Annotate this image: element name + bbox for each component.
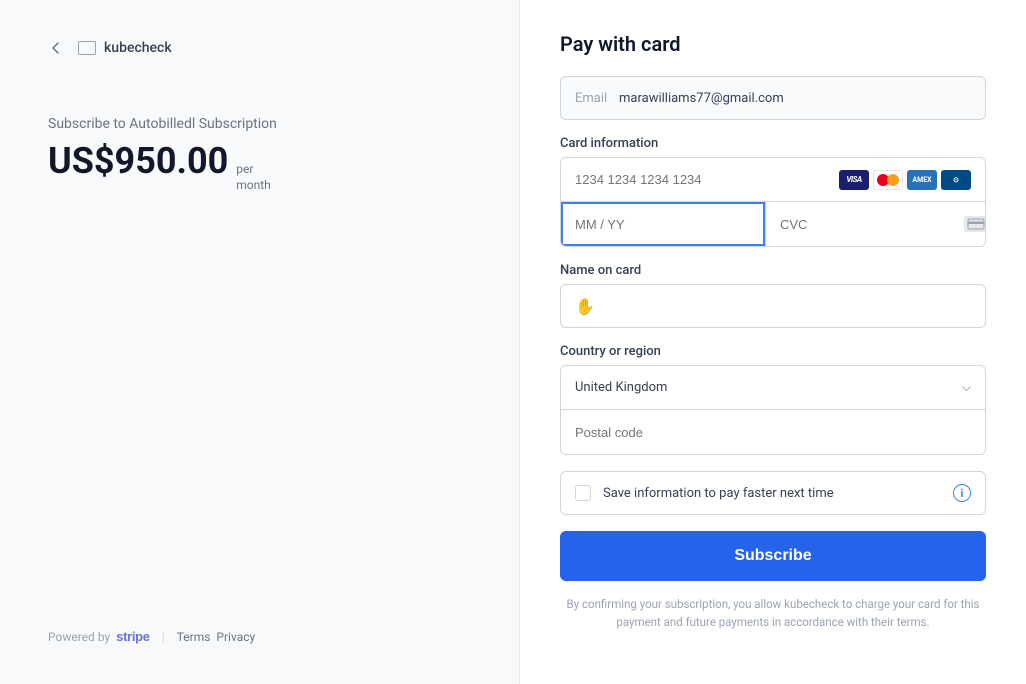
back-nav: kubecheck <box>48 40 471 56</box>
privacy-link[interactable]: Privacy <box>216 630 255 644</box>
card-icons: VISA AMEX ⊙ <box>839 170 971 190</box>
mm-yy-input[interactable] <box>561 202 766 246</box>
tab-icon <box>78 41 96 55</box>
stripe-logo: stripe <box>116 629 150 644</box>
subscribe-title: Subscribe to Autobilledl Subscription US… <box>48 116 471 193</box>
cvc-card-icon <box>964 216 986 232</box>
name-label: Name on card <box>560 263 986 278</box>
name-on-card-input[interactable]: ✋ <box>560 284 986 328</box>
mastercard-icon <box>873 170 903 190</box>
country-value: United Kingdom <box>575 380 962 395</box>
terms-link[interactable]: Terms <box>177 630 211 644</box>
save-info-row[interactable]: Save information to pay faster next time… <box>560 471 986 515</box>
save-info-checkbox[interactable] <box>575 485 591 501</box>
amex-icon: AMEX <box>907 170 937 190</box>
country-select[interactable]: United Kingdom ⌵ <box>561 366 985 410</box>
card-number-row: VISA AMEX ⊙ <box>561 158 985 202</box>
visa-icon: VISA <box>839 170 869 190</box>
brand-name: kubecheck <box>104 40 172 56</box>
card-bottom-row <box>561 202 985 246</box>
diners-icon: ⊙ <box>941 170 971 190</box>
price-row: US$950.00 permonth <box>48 140 471 193</box>
price-period: permonth <box>236 162 271 193</box>
left-panel: kubecheck Subscribe to Autobilledl Subsc… <box>0 0 520 684</box>
save-info-text: Save information to pay faster next time <box>603 486 941 501</box>
name-group: Name on card ✋ <box>560 263 986 328</box>
email-value: marawilliams77@gmail.com <box>619 91 784 106</box>
footer-divider: | <box>162 630 165 644</box>
card-number-input[interactable] <box>575 172 839 187</box>
footer: Powered by stripe | Terms Privacy <box>48 629 471 644</box>
country-region-wrapper: United Kingdom ⌵ <box>560 365 986 455</box>
info-icon[interactable]: i <box>953 484 971 502</box>
email-field[interactable]: Email marawilliams77@gmail.com <box>560 76 986 120</box>
card-info-wrapper: VISA AMEX ⊙ <box>560 157 986 247</box>
confirm-text: By confirming your subscription, you all… <box>560 595 986 632</box>
card-info-label: Card information <box>560 136 986 151</box>
powered-by-label: Powered by <box>48 630 110 644</box>
email-group: Email marawilliams77@gmail.com <box>560 76 986 120</box>
card-info-group: Card information VISA AMEX ⊙ <box>560 136 986 247</box>
country-label: Country or region <box>560 344 986 359</box>
subscribe-button[interactable]: Subscribe <box>560 531 986 581</box>
back-button[interactable] <box>48 40 64 56</box>
email-label: Email <box>575 91 611 106</box>
right-panel: Pay with card Email marawilliams77@gmail… <box>520 0 1026 684</box>
cursor-icon: ✋ <box>575 297 595 316</box>
postal-code-input[interactable] <box>561 410 985 454</box>
page-title: Pay with card <box>560 32 986 56</box>
cvc-row <box>766 202 986 246</box>
chevron-down-icon: ⌵ <box>962 380 971 395</box>
price-amount: US$950.00 <box>48 140 228 182</box>
country-group: Country or region United Kingdom ⌵ <box>560 344 986 455</box>
cvc-input[interactable] <box>780 217 956 232</box>
